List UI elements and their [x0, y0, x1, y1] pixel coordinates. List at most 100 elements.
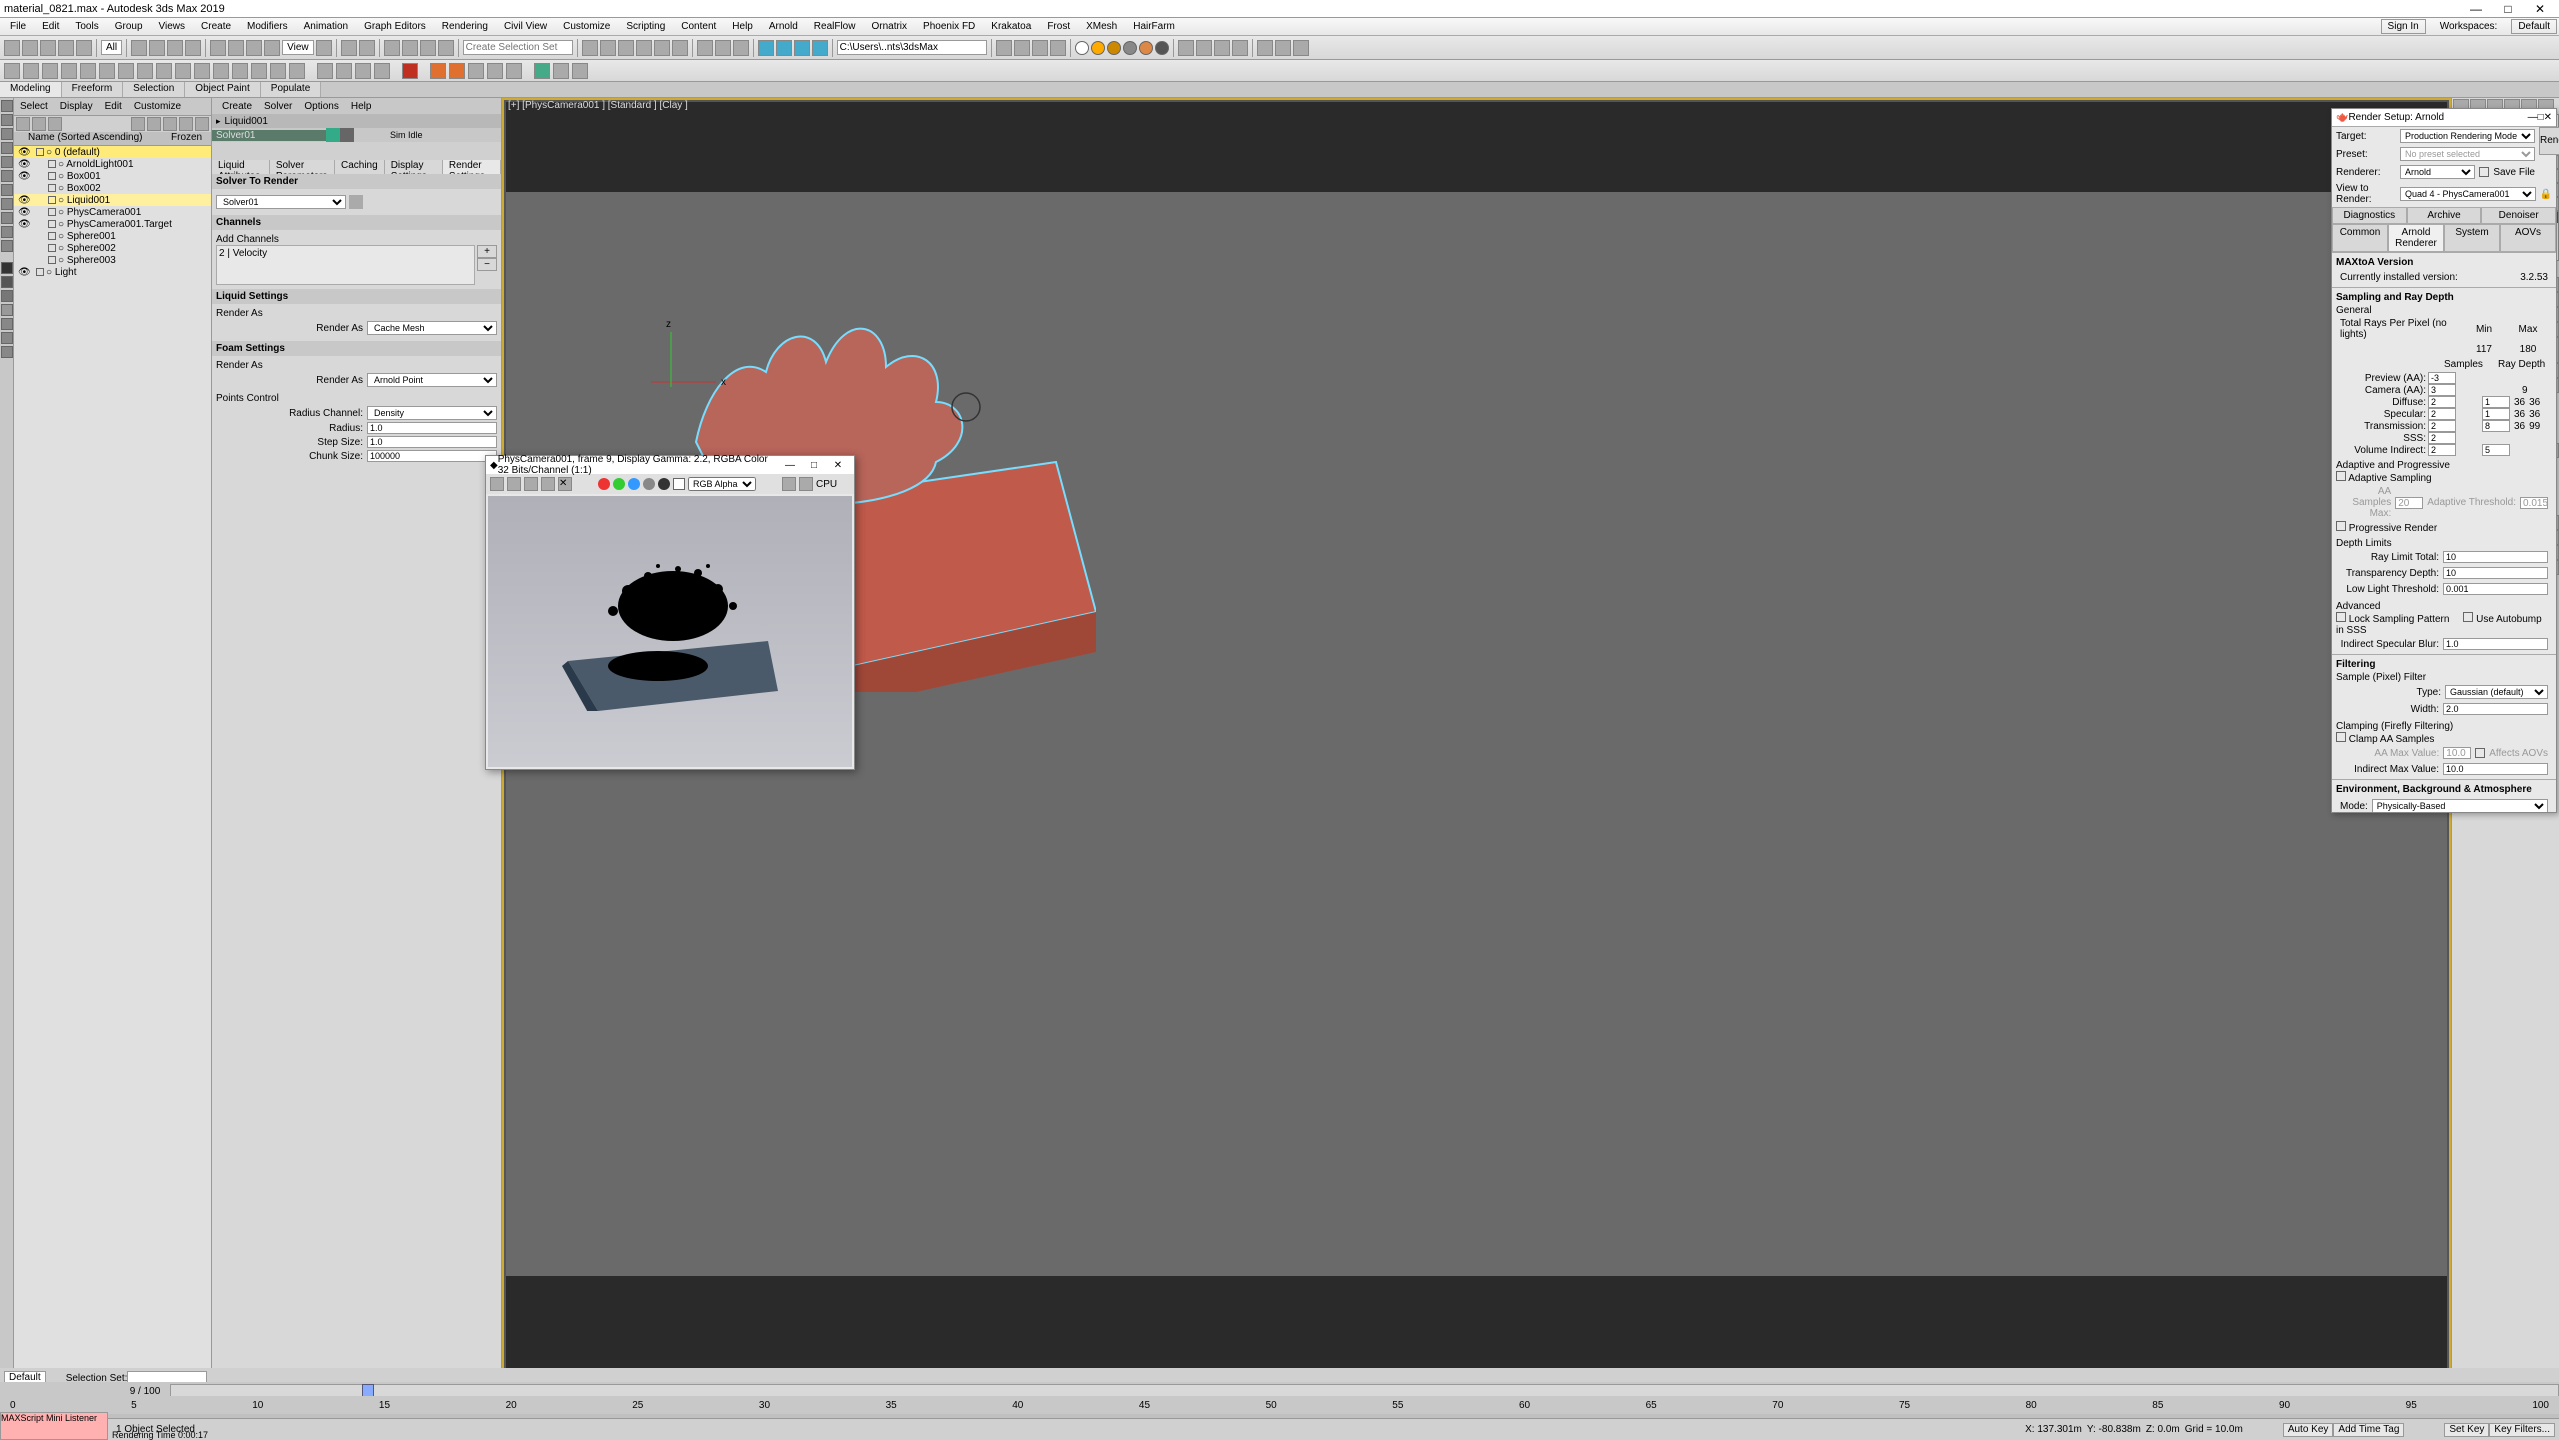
tool2-fp2[interactable] — [449, 63, 465, 79]
menu-content[interactable]: Content — [673, 21, 724, 32]
rendersetup-icon[interactable] — [697, 40, 713, 56]
leftstrip-4[interactable] — [1, 142, 13, 154]
sphere-g-icon[interactable] — [1123, 41, 1137, 55]
move-icon[interactable] — [210, 40, 226, 56]
layers-icon[interactable] — [618, 40, 634, 56]
outliner-node[interactable]: 👁○ Liquid001 — [14, 194, 211, 206]
rs-subtab-diag[interactable]: Diagnostics — [2332, 207, 2407, 224]
frame-counter[interactable]: 9 / 100 — [120, 1386, 170, 1397]
tool2-fp1[interactable] — [430, 63, 446, 79]
solver-to-render-select[interactable]: Solver01 — [216, 195, 346, 209]
solver-menu-solver[interactable]: Solver — [258, 101, 298, 112]
play-icon[interactable] — [1257, 40, 1273, 56]
material-icon[interactable] — [672, 40, 688, 56]
menu-views[interactable]: Views — [151, 21, 194, 32]
solver-menu-options[interactable]: Options — [298, 101, 344, 112]
rs-sample-input[interactable] — [2428, 372, 2456, 384]
fb-clone-icon[interactable] — [524, 477, 538, 491]
rs-llt-input[interactable] — [2443, 583, 2548, 595]
rs-renderer-select[interactable]: Arnold — [2400, 165, 2475, 179]
rs-env-h[interactable]: Environment, Background & Atmosphere — [2336, 782, 2552, 797]
menu-customize[interactable]: Customize — [555, 21, 618, 32]
outliner-node[interactable]: ○ Sphere002 — [14, 242, 211, 254]
menu-arnold[interactable]: Arnold — [761, 21, 806, 32]
rs-min-icon[interactable]: — — [2528, 112, 2538, 123]
leftstrip-1[interactable] — [1, 100, 13, 112]
setkey-button[interactable]: Set Key — [2444, 1423, 2489, 1437]
menu-frost[interactable]: Frost — [1039, 21, 1078, 32]
link-icon[interactable] — [40, 40, 56, 56]
anglesnap-icon[interactable] — [402, 40, 418, 56]
fb-b-toggle[interactable] — [628, 478, 640, 490]
globe-icon[interactable] — [1178, 40, 1194, 56]
outliner-col-frozen[interactable]: Frozen — [171, 132, 211, 145]
autokey-button[interactable]: Auto Key — [2283, 1423, 2334, 1437]
leftstrip-12[interactable] — [1, 318, 13, 330]
selectionset-input[interactable] — [463, 40, 573, 55]
tool2-23[interactable] — [506, 63, 522, 79]
target-icon[interactable] — [1214, 40, 1230, 56]
menu-xmesh[interactable]: XMesh — [1078, 21, 1125, 32]
rs-sample-input[interactable] — [2428, 444, 2456, 456]
rs-sample-input[interactable] — [2428, 420, 2456, 432]
tool2-5[interactable] — [80, 63, 96, 79]
placement-icon[interactable] — [264, 40, 280, 56]
tool2-14[interactable] — [251, 63, 267, 79]
tool2-1[interactable] — [4, 63, 20, 79]
minimize-button[interactable]: — — [2461, 2, 2491, 16]
rs-uab-cb[interactable] — [2463, 612, 2473, 622]
spinnersnap-icon[interactable] — [438, 40, 454, 56]
leftstrip-2[interactable] — [1, 114, 13, 126]
fb-a-toggle[interactable] — [643, 478, 655, 490]
leftstrip-3[interactable] — [1, 128, 13, 140]
render-icon[interactable] — [733, 40, 749, 56]
rotate-icon[interactable] — [228, 40, 244, 56]
menu-scripting[interactable]: Scripting — [618, 21, 673, 32]
solver-menu-create[interactable]: Create — [216, 101, 258, 112]
iray1-icon[interactable] — [996, 40, 1012, 56]
refcoord-dropdown[interactable]: View — [282, 40, 314, 55]
rs-fwidth-input[interactable] — [2443, 703, 2548, 715]
channel-remove-button[interactable]: − — [477, 258, 497, 271]
leftstrip-c3[interactable] — [1, 290, 13, 302]
maxscript-listener[interactable]: MAXScript Mini Listener — [0, 1412, 108, 1440]
sect-channels[interactable]: Channels — [212, 215, 501, 230]
radius-input[interactable] — [367, 422, 497, 434]
redo-icon[interactable] — [22, 40, 38, 56]
rs-maxtoa-h[interactable]: MAXtoA Version — [2336, 255, 2552, 270]
foam-renderas-select[interactable]: Arnold Point — [367, 373, 497, 387]
solver-tab-caching[interactable]: Caching — [335, 160, 385, 174]
tool2-7[interactable] — [118, 63, 134, 79]
tab-selection[interactable]: Selection — [123, 82, 185, 97]
tool2-18[interactable] — [336, 63, 352, 79]
solver-menu-help[interactable]: Help — [345, 101, 378, 112]
leftstrip-c4[interactable] — [1, 304, 13, 316]
solver-selected[interactable]: Solver01 — [212, 130, 326, 141]
outliner-node[interactable]: ○ Sphere001 — [14, 230, 211, 242]
mirror-icon[interactable] — [582, 40, 598, 56]
channels-list[interactable]: 2 | Velocity — [216, 245, 475, 285]
menu-rendering[interactable]: Rendering — [434, 21, 496, 32]
tool2-12[interactable] — [213, 63, 229, 79]
tab-populate[interactable]: Populate — [261, 82, 321, 97]
menu-edit[interactable]: Edit — [34, 21, 67, 32]
signin-button[interactable]: Sign In — [2381, 19, 2426, 34]
tool2-9[interactable] — [156, 63, 172, 79]
outliner-tb-2[interactable] — [32, 117, 46, 131]
fb-g-toggle[interactable] — [613, 478, 625, 490]
rs-depth-input[interactable] — [2482, 408, 2510, 420]
tab-freeform[interactable]: Freeform — [62, 82, 124, 97]
rs-tab-aovs[interactable]: AOVs — [2500, 224, 2556, 252]
rs-imv-input[interactable] — [2443, 763, 2548, 775]
tool2-3[interactable] — [42, 63, 58, 79]
keyboard-icon[interactable] — [359, 40, 375, 56]
addtimetag-button[interactable]: Add Time Tag — [2333, 1423, 2404, 1437]
outliner-node[interactable]: 👁○ 0 (default) — [14, 146, 211, 158]
scale-icon[interactable] — [246, 40, 262, 56]
leftstrip-8[interactable] — [1, 198, 13, 210]
menu-animation[interactable]: Animation — [296, 21, 356, 32]
viewport-label[interactable]: [+] [PhysCamera001 ] [Standard ] [Clay ] — [508, 100, 688, 111]
outliner-node[interactable]: 👁○ PhysCamera001 — [14, 206, 211, 218]
keyfilters-button[interactable]: Key Filters... — [2489, 1423, 2555, 1437]
workspaces-dropdown[interactable]: Default — [2511, 19, 2557, 34]
